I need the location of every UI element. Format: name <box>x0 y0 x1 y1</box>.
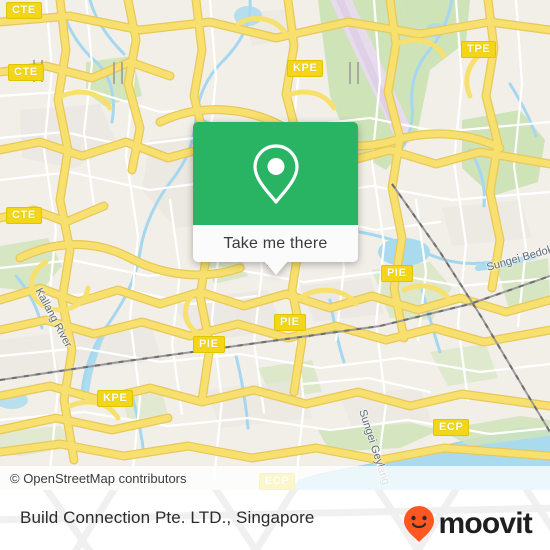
moovit-pin-smile-icon <box>404 506 435 542</box>
highway-shield-cte-2[interactable]: CTE <box>8 64 44 81</box>
highway-shield-kpe-2[interactable]: KPE <box>97 390 134 407</box>
take-me-there-button[interactable]: Take me there <box>193 225 358 262</box>
moovit-logo[interactable]: moovit <box>402 504 533 544</box>
moovit-wordmark: moovit <box>438 507 532 540</box>
location-popup-card[interactable]: Take me there <box>193 122 358 275</box>
attribution-text[interactable]: © OpenStreetMap contributors <box>0 471 187 486</box>
popup-pointer-tail <box>264 261 288 275</box>
highway-shield-pie-1[interactable]: PIE <box>381 265 413 282</box>
map-attribution-bar: © OpenStreetMap contributors <box>0 466 550 490</box>
take-me-there-label: Take me there <box>223 234 328 252</box>
page-title: Build Connection Pte. LTD., Singapore <box>20 508 315 527</box>
highway-shield-cte-1[interactable]: CTE <box>6 2 42 19</box>
map-canvas[interactable]: CTE CTE KPE TPE CTE PIE PIE PIE KPE ECP … <box>0 0 550 490</box>
highway-shield-pie-3[interactable]: PIE <box>193 336 225 353</box>
highway-shield-ecp-1[interactable]: ECP <box>433 419 470 436</box>
highway-shield-pie-2[interactable]: PIE <box>274 314 306 331</box>
footer-bar: Build Connection Pte. LTD., Singapore mo… <box>0 490 550 550</box>
highway-shield-tpe[interactable]: TPE <box>461 41 497 58</box>
popup-icon-area <box>193 122 358 225</box>
location-pin-icon <box>252 143 299 204</box>
moovit-map-page: CTE CTE KPE TPE CTE PIE PIE PIE KPE ECP … <box>0 0 550 550</box>
highway-shield-kpe-1[interactable]: KPE <box>287 60 324 77</box>
highway-shield-cte-3[interactable]: CTE <box>6 207 42 224</box>
